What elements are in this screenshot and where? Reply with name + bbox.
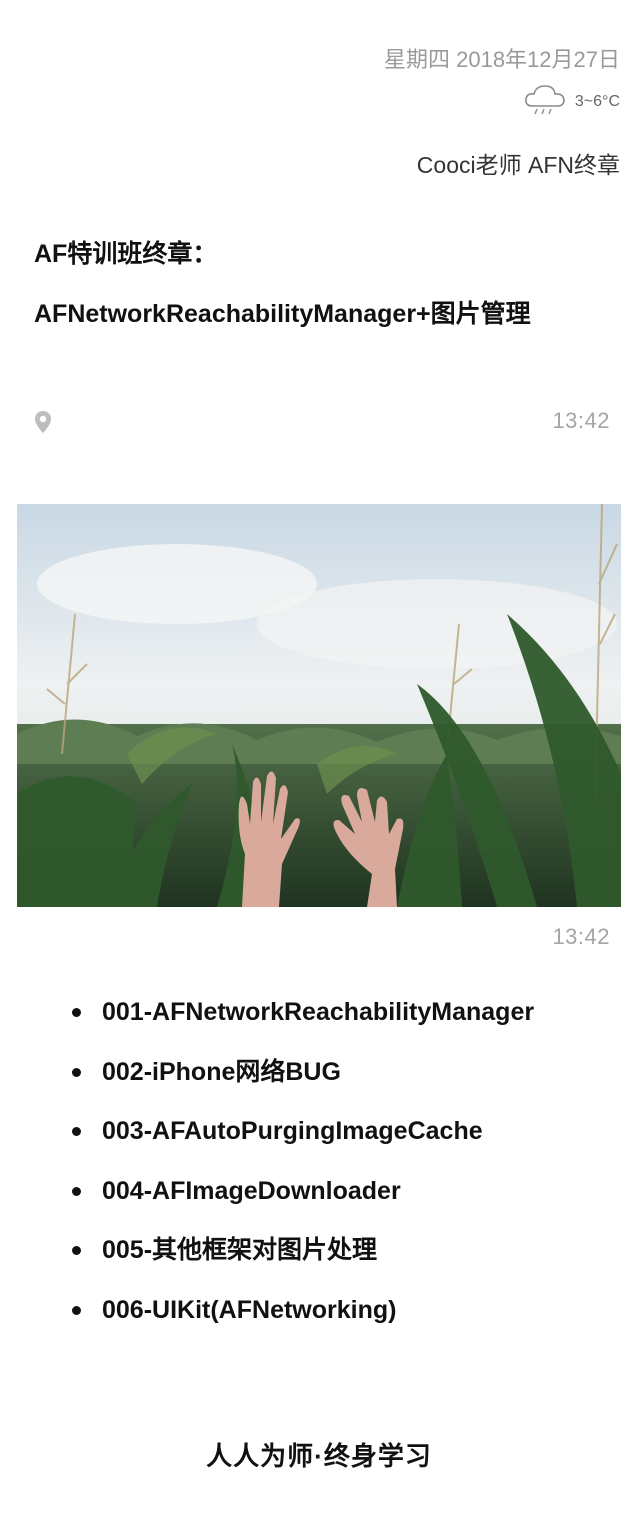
author-tag: Cooci老师 AFN终章 (416, 152, 620, 178)
list-item: 002-iPhone网络BUG (70, 1054, 534, 1114)
footer-slogan: 人人为师·终身学习 (206, 1441, 432, 1471)
entry-date: 星期四 2018年12月27日 (384, 47, 620, 72)
location-pin-icon[interactable] (34, 410, 52, 439)
entry-time: 13:42 (552, 408, 610, 433)
title-line-2: AFNetworkReachabilityManager+图片管理 (34, 300, 531, 328)
list-item: 003-AFAutoPurgingImageCache (70, 1113, 534, 1173)
list-item: 005-其他框架对图片处理 (70, 1232, 534, 1292)
rain-cloud-icon (523, 82, 567, 121)
corn-field-photo[interactable] (17, 504, 621, 907)
list-item: 006-UIKit(AFNetworking) (70, 1292, 534, 1352)
temperature-label: 3~6°C (574, 92, 620, 110)
photo-time: 13:42 (552, 924, 610, 949)
list-item: 001-AFNetworkReachabilityManager (70, 994, 534, 1054)
list-item: 004-AFImageDownloader (70, 1173, 534, 1233)
weather-info: 3~6°C (523, 82, 620, 121)
chapter-list: 001-AFNetworkReachabilityManager 002-iPh… (70, 994, 534, 1351)
title-line-1: AF特训班终章： (34, 240, 218, 268)
